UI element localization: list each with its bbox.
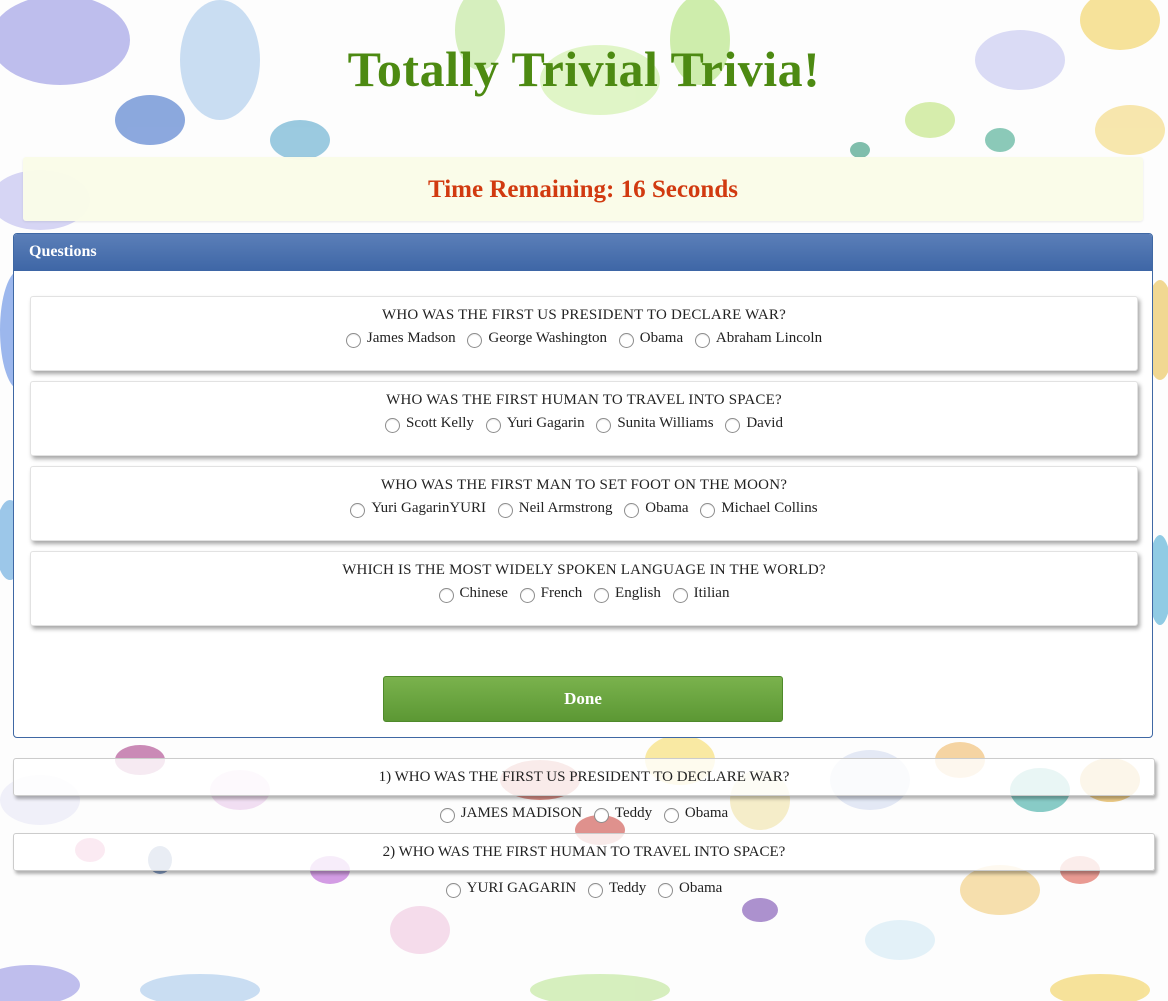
option-label: YURI GAGARIN (466, 880, 577, 896)
radio-button[interactable] (618, 333, 634, 348)
answer-option[interactable]: French (519, 585, 583, 603)
radio-button[interactable] (438, 588, 454, 603)
question-card: WHO WAS THE FIRST HUMAN TO TRAVEL INTO S… (30, 381, 1138, 456)
option-label: French (540, 585, 583, 601)
question-card: WHICH IS THE MOST WIDELY SPOKEN LANGUAGE… (30, 551, 1138, 626)
radio-button[interactable] (485, 418, 501, 433)
radio-button[interactable] (694, 333, 710, 348)
radio-button[interactable] (445, 883, 461, 898)
answer-option[interactable]: Abraham Lincoln (694, 330, 823, 348)
time-remaining-text: Time Remaining: 16 Seconds (428, 176, 738, 203)
question-text: WHO WAS THE FIRST US PRESIDENT TO DECLAR… (382, 307, 786, 323)
answer-option[interactable]: Obama (658, 880, 722, 898)
question-text: WHICH IS THE MOST WIDELY SPOKEN LANGUAGE… (342, 562, 826, 578)
radio-button[interactable] (519, 588, 535, 603)
option-label: Yuri GagarinYURI (371, 500, 486, 516)
radio-button[interactable] (497, 503, 513, 518)
radio-button[interactable] (345, 333, 361, 348)
timer-banner: Time Remaining: 16 Seconds (23, 157, 1143, 221)
answer-option[interactable]: Neil Armstrong (497, 500, 613, 518)
question-text: WHO WAS THE FIRST MAN TO SET FOOT ON THE… (380, 477, 788, 493)
option-label: George Washington (488, 330, 608, 346)
option-label: Obama (684, 805, 729, 821)
option-label: James Madson (366, 330, 456, 346)
result-question-bar: 2) WHO WAS THE FIRST HUMAN TO TRAVEL INT… (13, 833, 1155, 871)
answer-option[interactable]: Yuri GagarinYURI (350, 500, 486, 518)
answer-option[interactable]: Itilian (672, 585, 730, 603)
question-card: WHO WAS THE FIRST MAN TO SET FOOT ON THE… (30, 466, 1138, 541)
answer-option[interactable]: George Washington (467, 330, 607, 348)
question-text: WHO WAS THE FIRST HUMAN TO TRAVEL INTO S… (386, 392, 782, 408)
answer-option[interactable]: Obama (624, 500, 689, 518)
radio-button[interactable] (624, 503, 640, 518)
option-label: Teddy (608, 880, 647, 896)
radio-button[interactable] (350, 503, 366, 518)
answer-option[interactable]: Michael Collins (700, 500, 818, 518)
radio-button[interactable] (596, 418, 612, 433)
answer-option[interactable]: JAMES MADISON (439, 805, 583, 823)
answer-option[interactable]: David (725, 415, 783, 433)
answer-option[interactable]: Obama (618, 330, 684, 348)
option-label: Abraham Lincoln (715, 330, 823, 346)
option-label: Neil Armstrong (518, 500, 613, 516)
answer-option[interactable]: YURI GAGARIN (445, 880, 577, 898)
panel-heading: Questions (14, 234, 1152, 271)
radio-button[interactable] (385, 418, 401, 433)
radio-button[interactable] (672, 588, 688, 603)
page-title: Totally Trivial Trivia! (347, 41, 821, 97)
option-label: Obama (639, 330, 684, 346)
answer-option[interactable]: Yuri Gagarin (485, 415, 585, 433)
option-label: Obama (679, 880, 723, 896)
radio-button[interactable] (725, 418, 741, 433)
answer-option[interactable]: James Madson (345, 330, 456, 348)
option-label: Itilian (693, 585, 730, 601)
answer-option[interactable]: English (594, 585, 661, 603)
radio-button[interactable] (658, 883, 674, 898)
radio-button[interactable] (663, 808, 679, 823)
answer-option[interactable]: Chinese (438, 585, 508, 603)
option-label: Yuri Gagarin (506, 415, 585, 431)
radio-button[interactable] (467, 333, 483, 348)
answer-options: Yuri GagarinYURI Neil Armstrong Obama Mi… (31, 500, 1137, 518)
radio-button[interactable] (700, 503, 716, 518)
done-button[interactable]: Done (383, 676, 783, 722)
answer-options: Chinese French English Itilian (31, 585, 1137, 603)
option-label: Sunita Williams (617, 415, 714, 431)
answer-options: Scott Kelly Yuri Gagarin Sunita Williams… (31, 415, 1137, 433)
option-label: Scott Kelly (406, 415, 474, 431)
option-label: English (615, 585, 661, 601)
radio-button[interactable] (587, 883, 603, 898)
answer-option[interactable]: Obama (663, 805, 729, 823)
result-answer-options: JAMES MADISON Teddy Obama (0, 805, 1168, 823)
result-question-bar: 1) WHO WAS THE FIRST US PRESIDENT TO DEC… (13, 758, 1155, 796)
option-label: Michael Collins (721, 500, 818, 516)
option-label: Obama (645, 500, 689, 516)
radio-button[interactable] (594, 588, 610, 603)
answer-option[interactable]: Teddy (587, 880, 647, 898)
answer-option[interactable]: Sunita Williams (596, 415, 714, 433)
radio-button[interactable] (593, 808, 609, 823)
question-card: WHO WAS THE FIRST US PRESIDENT TO DECLAR… (30, 296, 1138, 371)
answer-option[interactable]: Scott Kelly (385, 415, 474, 433)
option-label: Chinese (459, 585, 508, 601)
answer-option[interactable]: Teddy (593, 805, 653, 823)
radio-button[interactable] (439, 808, 455, 823)
answer-options: James Madson George Washington Obama Abr… (31, 330, 1137, 348)
result-answer-options: YURI GAGARIN Teddy Obama (0, 880, 1168, 898)
option-label: Teddy (614, 805, 653, 821)
questions-panel: Questions WHO WAS THE FIRST US PRESIDENT… (13, 233, 1153, 738)
option-label: JAMES MADISON (460, 805, 583, 821)
option-label: David (746, 415, 783, 431)
